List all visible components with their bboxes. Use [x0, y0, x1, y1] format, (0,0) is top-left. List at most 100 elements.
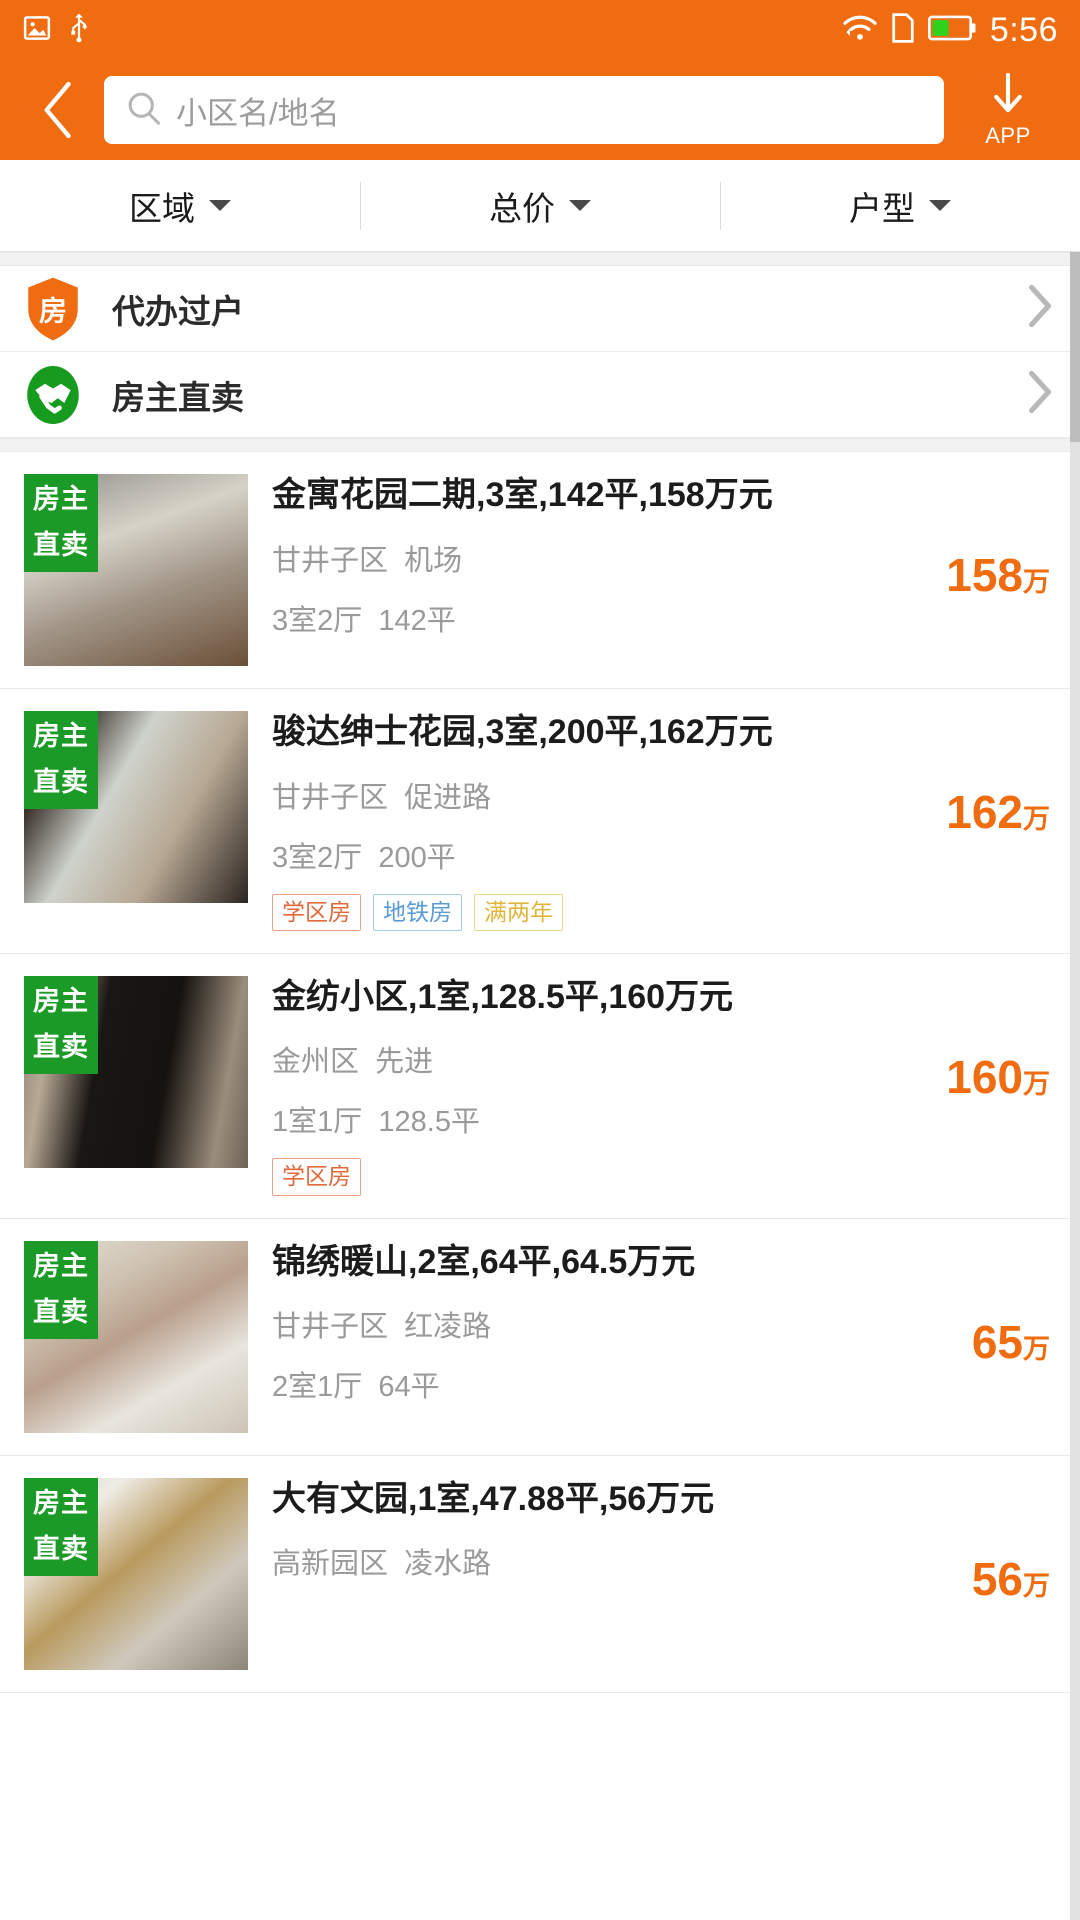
- status-bar-clock: 5:56: [989, 10, 1058, 49]
- sim-icon: [892, 12, 914, 48]
- listing-district: 甘井子区: [272, 544, 389, 577]
- scrollbar-thumb[interactable]: [1070, 252, 1080, 442]
- listing-price: 65万: [972, 1315, 1050, 1369]
- filter-total-price[interactable]: 总价: [360, 180, 720, 232]
- service-row-transfer-agency[interactable]: 房 代办过户: [0, 266, 1080, 352]
- listing-area: 128.5平: [378, 1106, 480, 1139]
- listing-area: 200平: [378, 841, 456, 874]
- filter-layout[interactable]: 户型: [720, 180, 1080, 232]
- listing-location: 高新园区 凌水路: [272, 1540, 1054, 1582]
- listing-item[interactable]: 房主 直卖 骏达绅士花园,3室,200平,162万元 甘井子区 促进路 3室2厅…: [0, 689, 1080, 954]
- listing-price: 56万: [972, 1552, 1050, 1606]
- listing-spec: 3室2厅 200平: [272, 834, 1054, 876]
- service-row-owner-direct-sale[interactable]: 房主直卖: [0, 352, 1080, 438]
- service-label-owner-direct-sale: 房主直卖: [112, 378, 244, 416]
- listing-thumbnail[interactable]: 房主 直卖: [24, 711, 248, 903]
- listing-layout: 1室1厅: [272, 1106, 363, 1139]
- listing-street: 凌水路: [404, 1548, 492, 1581]
- listing-item[interactable]: 房主 直卖 大有文园,1室,47.88平,56万元 高新园区 凌水路 56万: [0, 1456, 1080, 1693]
- search-icon: [126, 90, 162, 131]
- download-arrow-icon: [991, 72, 1025, 121]
- listing-title: 金寓花园二期,3室,142平,158万元: [272, 476, 773, 514]
- tag-school-district: 学区房: [272, 1158, 361, 1196]
- listing-layout: 2室1厅: [272, 1371, 363, 1404]
- listing-tags: 学区房 地铁房 满两年: [272, 893, 1054, 931]
- owner-direct-sale-badge: 房主 直卖: [24, 474, 98, 572]
- listing-street: 红凌路: [404, 1311, 492, 1344]
- listing-location: 甘井子区 红凌路: [272, 1303, 1054, 1345]
- listing-street: 先进: [375, 1046, 434, 1079]
- listing-item[interactable]: 房主 直卖 锦绣暖山,2室,64平,64.5万元 甘井子区 红凌路 2室1厅 6…: [0, 1219, 1080, 1456]
- tag-metro: 地铁房: [373, 893, 462, 931]
- search-placeholder: 小区名/地名: [176, 95, 340, 131]
- app-download-label: APP: [985, 122, 1031, 148]
- listing-info: 骏达绅士花园,3室,200平,162万元 甘井子区 促进路 3室2厅 200平 …: [248, 711, 1054, 931]
- app-download-button[interactable]: APP: [962, 72, 1054, 149]
- listing-item[interactable]: 房主 直卖 金寓花园二期,3室,142平,158万元 甘井子区 机场 3室2厅 …: [0, 452, 1080, 689]
- chevron-down-icon: [929, 200, 951, 211]
- badge-line-2: 直卖: [33, 1296, 89, 1327]
- listing-location: 甘井子区 机场: [272, 537, 1054, 579]
- filter-layout-label: 户型: [849, 189, 915, 227]
- chevron-right-icon: [1026, 284, 1054, 333]
- status-bar-right-icons: 5:56: [842, 11, 1058, 50]
- owner-direct-sale-badge: 房主 直卖: [24, 1477, 98, 1576]
- listing-thumbnail[interactable]: 房主 直卖: [24, 1477, 248, 1670]
- wifi-icon: [842, 13, 878, 48]
- listing-location: 甘井子区 促进路: [272, 774, 1054, 816]
- tag-school-district: 学区房: [272, 893, 361, 931]
- listing-price-number: 158: [946, 549, 1023, 601]
- listing-info: 锦绣暖山,2室,64平,64.5万元 甘井子区 红凌路 2室1厅 64平: [248, 1241, 1054, 1433]
- chevron-down-icon: [569, 200, 591, 211]
- listing-price-unit: 万: [1023, 1570, 1050, 1601]
- owner-direct-sale-badge: 房主 直卖: [24, 711, 98, 809]
- battery-icon: [927, 15, 976, 46]
- listing-info: 大有文园,1室,47.88平,56万元 高新园区 凌水路: [248, 1478, 1054, 1670]
- owner-direct-sale-badge: 房主 直卖: [24, 975, 98, 1074]
- app-root: 5:56 小区名/地名 APP 区域 总价 户型 房 代办过户 房主直卖 房主 …: [0, 0, 1080, 1920]
- listing-thumbnail[interactable]: 房主 直卖: [24, 1240, 248, 1433]
- listing-title: 骏达绅士花园,3室,200平,162万元: [272, 713, 773, 751]
- listing-street: 机场: [404, 544, 463, 577]
- listing-title: 大有文园,1室,47.88平,56万元: [272, 1479, 715, 1518]
- filter-region[interactable]: 区域: [0, 180, 360, 232]
- listing-area: 64平: [378, 1371, 440, 1404]
- listing-thumbnail[interactable]: 房主 直卖: [24, 975, 248, 1168]
- badge-line-1: 房主: [33, 985, 89, 1016]
- filter-total-price-label: 总价: [489, 189, 555, 227]
- listing-layout: 3室2厅: [272, 841, 363, 874]
- owner-direct-sale-badge: 房主 直卖: [24, 1240, 98, 1339]
- listing-item[interactable]: 房主 直卖 金纺小区,1室,128.5平,160万元 金州区 先进 1室1厅 1…: [0, 954, 1080, 1219]
- badge-line-1: 房主: [33, 1250, 89, 1281]
- listing-tags: 学区房: [272, 1158, 1054, 1196]
- listing-thumbnail[interactable]: 房主 直卖: [24, 474, 248, 666]
- listing-price-unit: 万: [1023, 567, 1050, 597]
- listing-price-number: 56: [971, 1552, 1023, 1605]
- listing-price: 158万: [946, 548, 1050, 602]
- listing-price: 162万: [946, 785, 1050, 839]
- badge-line-1: 房主: [33, 721, 89, 751]
- section-divider: [0, 252, 1080, 266]
- scrollbar-track[interactable]: [1070, 252, 1080, 1920]
- badge-line-1: 房主: [33, 1487, 89, 1518]
- listing-price-number: 65: [971, 1315, 1023, 1368]
- listing-spec: 2室1厅 64平: [272, 1363, 1054, 1405]
- image-icon: [22, 13, 52, 48]
- listing-price-number: 162: [946, 786, 1023, 838]
- filter-bar: 区域 总价 户型: [0, 160, 1080, 252]
- listing-area: 142平: [378, 604, 456, 637]
- back-button[interactable]: [22, 73, 96, 147]
- listing-price: 160万: [946, 1050, 1050, 1104]
- listing-district: 高新园区: [272, 1548, 389, 1581]
- shield-house-icon: 房: [24, 277, 82, 340]
- listing-street: 促进路: [404, 781, 492, 814]
- search-header: 小区名/地名 APP: [0, 60, 1080, 160]
- listing-info: 金寓花园二期,3室,142平,158万元 甘井子区 机场 3室2厅 142平: [248, 474, 1054, 666]
- search-input[interactable]: 小区名/地名: [104, 76, 944, 144]
- badge-line-2: 直卖: [33, 1533, 89, 1564]
- listing-title: 金纺小区,1室,128.5平,160万元: [272, 977, 734, 1016]
- listing-spec: 1室1厅 128.5平: [272, 1098, 1054, 1140]
- listing-price-unit: 万: [1023, 1068, 1050, 1099]
- listing-price-number: 160: [946, 1050, 1023, 1103]
- listing-district: 甘井子区: [272, 1311, 389, 1344]
